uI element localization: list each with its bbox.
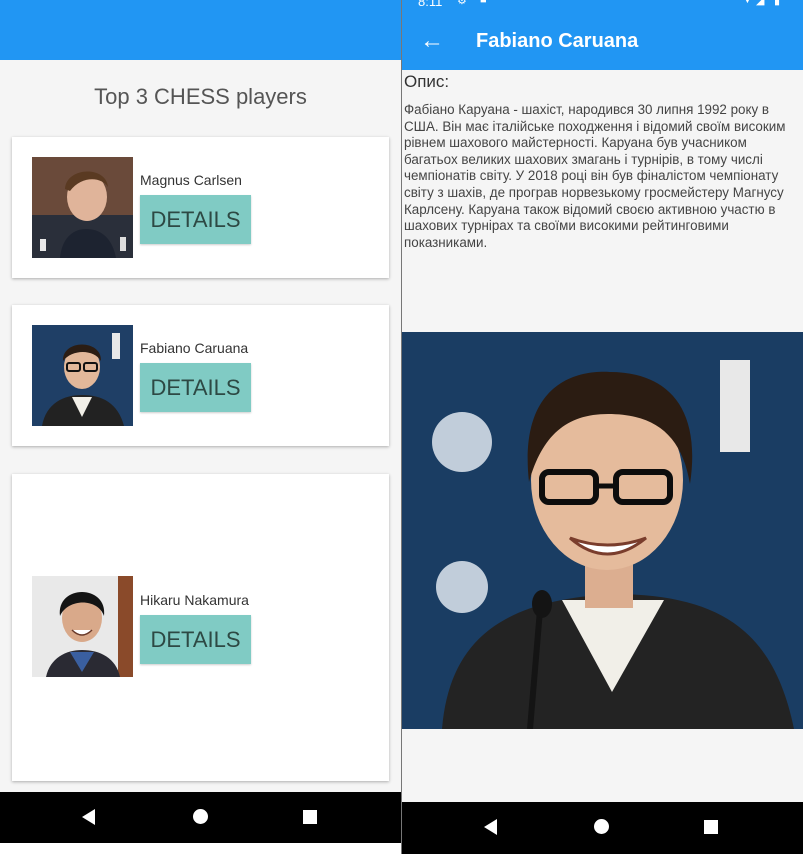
nav-back-icon[interactable] — [484, 819, 497, 835]
battery-icon: ▮ — [774, 0, 781, 7]
description-label: Опис: — [404, 72, 450, 91]
sim-icon: ■ — [480, 0, 487, 6]
player-card-nakamura: Hikaru Nakamura DETAILS — [12, 474, 389, 781]
player-photo-nakamura — [32, 576, 133, 677]
status-time: 8:11 — [418, 0, 443, 9]
page-title: Fabiano Caruana — [476, 30, 639, 52]
player-detail-screen: 8:11 ⚙ ■ ▼ ◢ ▮ ← Fabiano Caruana Опис: Ф… — [402, 0, 803, 854]
nav-recents-icon[interactable] — [303, 810, 317, 824]
player-name: Fabiano Caruana — [140, 340, 249, 356]
details-button-nakamura[interactable]: DETAILS — [140, 615, 251, 664]
details-button-carlsen[interactable]: DETAILS — [140, 195, 251, 244]
page-title: Top 3 CHESS players — [94, 84, 307, 109]
player-photo-large — [402, 332, 803, 729]
player-card-caruana: Fabiano Caruana DETAILS — [12, 305, 389, 446]
wifi-icon: ▼ — [742, 0, 753, 6]
settings-icon: ⚙ — [457, 0, 467, 7]
player-card-carlsen: Magnus Carlsen DETAILS — [12, 137, 389, 278]
nav-recents-icon[interactable] — [704, 820, 718, 834]
nav-back-icon[interactable] — [82, 809, 95, 825]
description-text: Фабіано Каруана - шахіст, народився 30 л… — [404, 102, 786, 250]
nav-home-icon[interactable] — [193, 809, 208, 824]
status-bar: 8:11 ⚙ ■ ▼ ◢ ▮ — [402, 0, 803, 12]
player-name: Hikaru Nakamura — [140, 592, 249, 608]
player-name: Magnus Carlsen — [140, 172, 242, 188]
nav-home-icon[interactable] — [594, 819, 609, 834]
app-bar — [0, 0, 401, 60]
system-nav-bar — [0, 792, 401, 843]
player-list-screen: Top 3 CHESS players Magnus Carlsen DETAI… — [0, 0, 401, 843]
back-arrow-icon[interactable]: ← — [420, 27, 444, 55]
signal-icon: ◢ — [756, 0, 765, 7]
player-photo-carlsen — [32, 157, 133, 258]
app-bar: 8:11 ⚙ ■ ▼ ◢ ▮ ← Fabiano Caruana — [402, 0, 803, 70]
player-photo-caruana — [32, 325, 133, 426]
details-button-caruana[interactable]: DETAILS — [140, 363, 251, 412]
system-nav-bar — [402, 802, 803, 854]
